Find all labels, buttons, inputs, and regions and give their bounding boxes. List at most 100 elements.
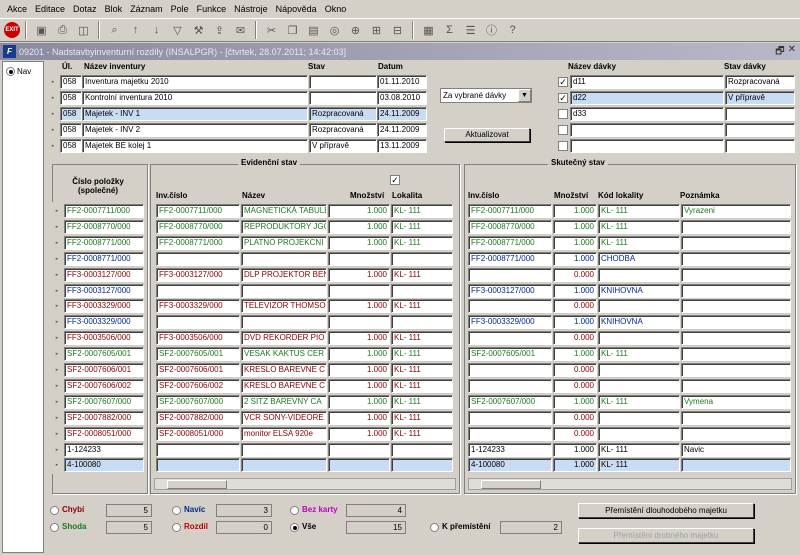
- row-indicator[interactable]: ▸: [52, 331, 62, 346]
- skut-qty-cell[interactable]: 1.000: [553, 347, 597, 362]
- skut-qty-cell[interactable]: 1.000: [553, 315, 597, 330]
- skut-qty-cell[interactable]: 1.000: [553, 458, 597, 473]
- evid-inv-cell[interactable]: SF2-0007607/000: [156, 394, 240, 409]
- inventory-name-cell[interactable]: Majetek - INV 2: [82, 123, 308, 137]
- evid-qty-cell[interactable]: [328, 251, 390, 266]
- evid-qty-cell[interactable]: 1.000: [328, 331, 390, 346]
- list-icon[interactable]: ☰: [461, 21, 480, 40]
- evid-loc-cell[interactable]: [391, 283, 453, 298]
- evid-loc-cell[interactable]: KL- 111: [391, 267, 453, 282]
- evid-qty-cell[interactable]: [328, 315, 390, 330]
- item-number-cell[interactable]: FF2-0008771/000: [64, 235, 144, 250]
- scroll-thumb[interactable]: [481, 480, 541, 489]
- evid-qty-cell[interactable]: [328, 442, 390, 457]
- evid-qty-cell[interactable]: [328, 458, 390, 473]
- evid-name-cell[interactable]: TELEVIZOR THOMSO: [241, 299, 327, 314]
- skut-inv-cell[interactable]: [468, 331, 552, 346]
- inventory-date-cell[interactable]: 24.11.2009: [377, 107, 427, 121]
- inventory-state-cell[interactable]: V přípravě: [309, 139, 377, 153]
- evid-qty-cell[interactable]: 1.000: [328, 347, 390, 362]
- skut-qty-cell[interactable]: 1.000: [553, 251, 597, 266]
- skut-loc-cell[interactable]: KL- 111: [598, 442, 680, 457]
- skut-qty-cell[interactable]: 1.000: [553, 442, 597, 457]
- inventory-date-cell[interactable]: 03.08.2010: [377, 91, 427, 105]
- evid-name-cell[interactable]: REPRODUKTORY JGC: [241, 219, 327, 234]
- evid-name-cell[interactable]: [241, 315, 327, 330]
- row-indicator[interactable]: ▸: [48, 91, 58, 105]
- skut-loc-cell[interactable]: [598, 299, 680, 314]
- skut-qty-cell[interactable]: 0.000: [553, 299, 597, 314]
- batch-checkbox[interactable]: ✓: [558, 93, 568, 103]
- skut-qty-cell[interactable]: 1.000: [553, 283, 597, 298]
- row-indicator[interactable]: ▸: [52, 204, 62, 218]
- skut-loc-cell[interactable]: [598, 426, 680, 441]
- inventory-date-cell[interactable]: 01.11.2010: [377, 75, 427, 89]
- row-indicator[interactable]: ▸: [48, 75, 58, 89]
- inventory-name-cell[interactable]: Majetek - INV 1: [82, 107, 308, 121]
- item-number-cell[interactable]: FF3-0003506/000: [64, 331, 144, 346]
- skut-qty-cell[interactable]: 0.000: [553, 331, 597, 346]
- skut-inv-cell[interactable]: FF3-0003329/000: [468, 315, 552, 330]
- batch-state-cell[interactable]: V přípravě: [725, 91, 795, 105]
- evid-inv-cell[interactable]: FF3-0003127/000: [156, 267, 240, 282]
- row-indicator[interactable]: ▸: [52, 378, 62, 393]
- skut-note-cell[interactable]: [681, 251, 791, 266]
- menu-item[interactable]: Nápověda: [272, 4, 321, 14]
- inventory-ul-cell[interactable]: 058: [60, 107, 82, 121]
- skut-note-cell[interactable]: [681, 347, 791, 362]
- skut-inv-cell[interactable]: [468, 299, 552, 314]
- evid-loc-cell[interactable]: KL- 111: [391, 363, 453, 377]
- evid-qty-cell[interactable]: 1.000: [328, 204, 390, 218]
- tools-icon[interactable]: ⚒: [189, 21, 208, 40]
- delete-icon[interactable]: ⊟: [388, 21, 407, 40]
- row-indicator[interactable]: ▸: [52, 315, 62, 330]
- inventory-ul-cell[interactable]: 058: [60, 123, 82, 137]
- legend-radio-bez_karty[interactable]: [290, 506, 299, 515]
- legend-radio-shoda[interactable]: [50, 523, 59, 532]
- evid-loc-cell[interactable]: KL- 111: [391, 426, 453, 441]
- evid-loc-cell[interactable]: [391, 442, 453, 457]
- inventory-date-cell[interactable]: 13.11.2009: [377, 139, 427, 153]
- skut-qty-cell[interactable]: 1.000: [553, 394, 597, 409]
- batch-name-cell[interactable]: [570, 139, 724, 153]
- info-icon[interactable]: ⓘ: [482, 21, 501, 40]
- evid-qty-cell[interactable]: 1.000: [328, 219, 390, 234]
- evid-name-cell[interactable]: [241, 458, 327, 473]
- menu-item[interactable]: Okno: [321, 4, 351, 14]
- exit-button[interactable]: EXIT: [4, 22, 20, 38]
- row-indicator[interactable]: ▸: [52, 235, 62, 250]
- skut-loc-cell[interactable]: KL- 111: [598, 204, 680, 218]
- skut-inv-cell[interactable]: SF2-0007605/001: [468, 347, 552, 362]
- evid-name-cell[interactable]: MAGNETICKÁ TABULE: [241, 204, 327, 218]
- evid-loc-cell[interactable]: KL- 111: [391, 347, 453, 362]
- evid-inv-cell[interactable]: FF3-0003329/000: [156, 299, 240, 314]
- skut-note-cell[interactable]: [681, 378, 791, 393]
- evid-inv-cell[interactable]: SF2-0007605/001: [156, 347, 240, 362]
- help-icon[interactable]: ?: [503, 21, 522, 40]
- evid-inv-cell[interactable]: SF2-0007606/001: [156, 363, 240, 377]
- item-number-cell[interactable]: SF2-0007606/002: [64, 378, 144, 393]
- evid-inv-cell[interactable]: [156, 315, 240, 330]
- evid-inv-cell[interactable]: [156, 442, 240, 457]
- skut-loc-cell[interactable]: KNIHOVNA: [598, 315, 680, 330]
- filter-icon[interactable]: ▽: [168, 21, 187, 40]
- skut-note-cell[interactable]: [681, 363, 791, 377]
- skut-qty-cell[interactable]: 1.000: [553, 219, 597, 234]
- evid-name-cell[interactable]: DLP PROJEKTOR BEN: [241, 267, 327, 282]
- skut-qty-cell[interactable]: 0.000: [553, 267, 597, 282]
- print-preview-icon[interactable]: ◫: [74, 21, 93, 40]
- skut-inv-cell[interactable]: [468, 426, 552, 441]
- skut-inv-cell[interactable]: FF2-0008771/000: [468, 251, 552, 266]
- evid-name-cell[interactable]: [241, 251, 327, 266]
- evid-loc-cell[interactable]: KL- 111: [391, 219, 453, 234]
- batches-scrollbar[interactable]: [544, 74, 554, 154]
- item-number-cell[interactable]: 1-124233: [64, 442, 144, 457]
- evid-qty-cell[interactable]: [328, 283, 390, 298]
- item-number-cell[interactable]: SF2-0007606/001: [64, 363, 144, 377]
- evid-inv-cell[interactable]: SF2-0008051/000: [156, 426, 240, 441]
- skut-hscroll[interactable]: [468, 478, 792, 490]
- skut-inv-cell[interactable]: SF2-0007607/000: [468, 394, 552, 409]
- evid-loc-cell[interactable]: KL- 111: [391, 394, 453, 409]
- skut-note-cell[interactable]: Navic: [681, 442, 791, 457]
- evid-loc-cell[interactable]: KL- 111: [391, 331, 453, 346]
